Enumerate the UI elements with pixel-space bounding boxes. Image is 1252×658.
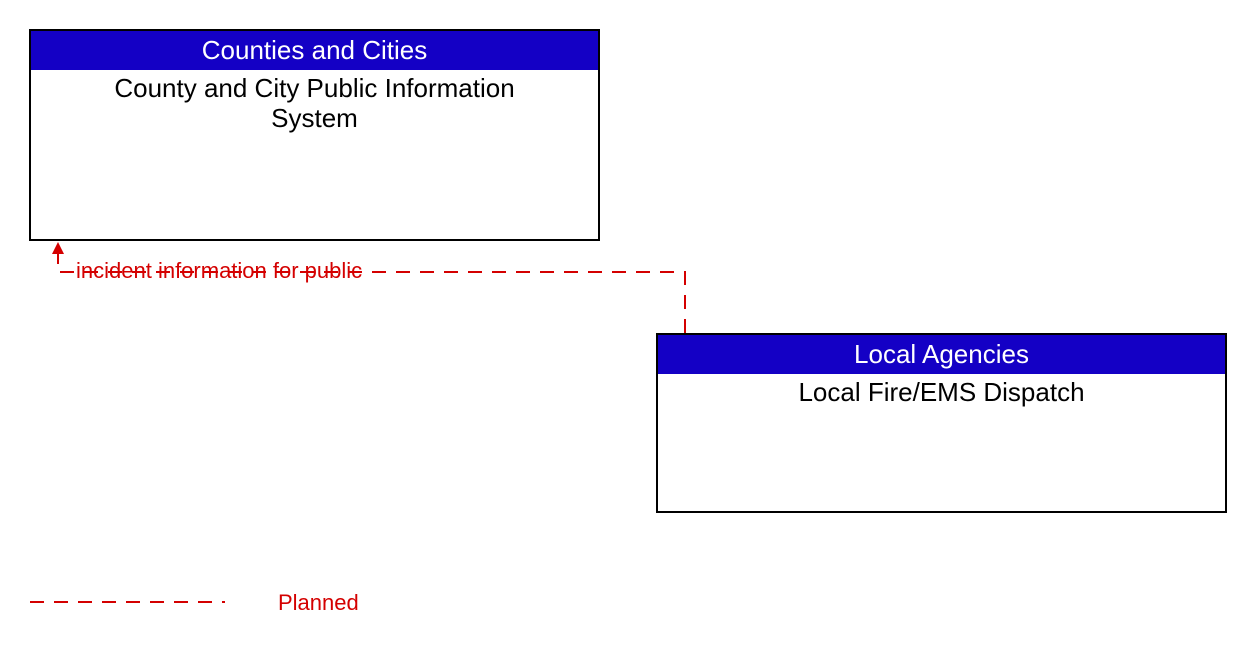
entity-header-counties-cities: Counties and Cities	[31, 31, 598, 70]
entity-header-local-agencies: Local Agencies	[658, 335, 1225, 374]
entity-body-line1: County and City Public Information	[114, 73, 514, 103]
entity-body-local-fire-ems: Local Fire/EMS Dispatch	[658, 374, 1225, 408]
legend-label-planned: Planned	[278, 590, 359, 616]
entity-box-county-city-public-info: Counties and Cities County and City Publ…	[29, 29, 600, 241]
entity-body-line2: System	[271, 103, 358, 133]
flow-label-incident-info: incident information for public	[76, 258, 362, 284]
entity-box-local-fire-ems: Local Agencies Local Fire/EMS Dispatch	[656, 333, 1227, 513]
entity-body-county-city: County and City Public Information Syste…	[31, 70, 598, 134]
